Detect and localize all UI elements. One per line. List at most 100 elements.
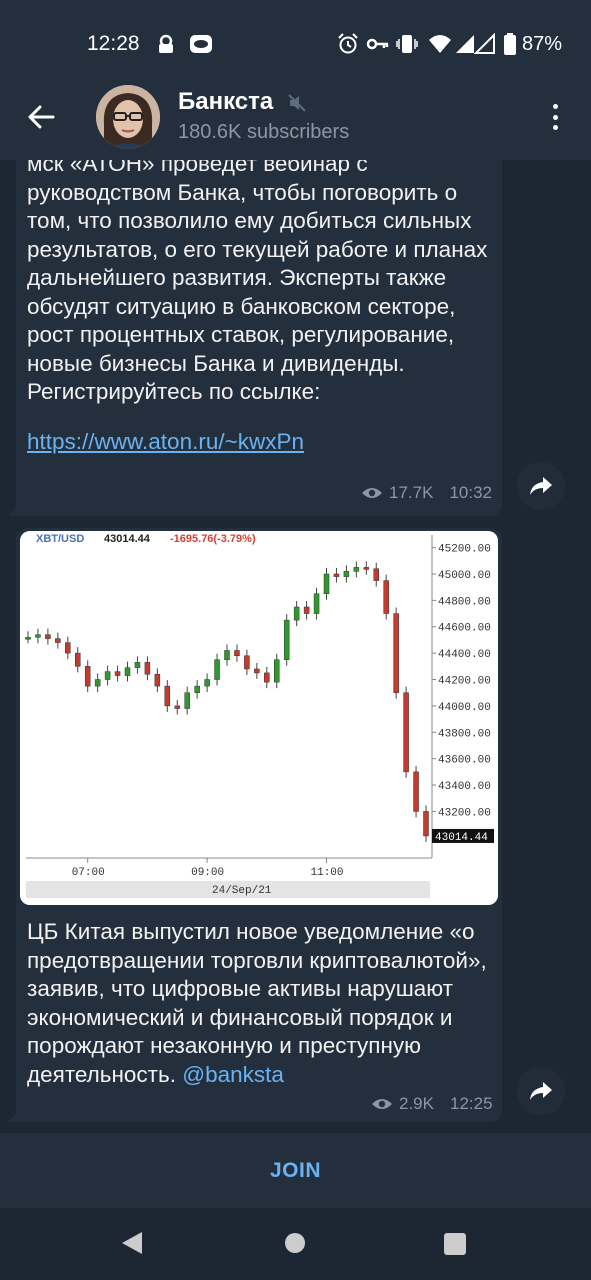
channel-title[interactable]: Банкста: [178, 88, 273, 116]
candle-body: [323, 573, 330, 595]
bubble-tail: [8, 1112, 18, 1122]
candle-body: [333, 573, 340, 577]
dot-icon: [552, 125, 558, 130]
candle-body: [65, 642, 71, 654]
share-button[interactable]: [517, 462, 565, 510]
y-tick-label: 44800.00: [438, 596, 491, 608]
mention-link[interactable]: @banksta: [182, 1062, 284, 1087]
candle-body: [75, 652, 81, 667]
chat-header: Банкста 180.6K subscribers: [0, 74, 591, 160]
last-price-label: 43014.44: [435, 832, 488, 844]
candle-body: [124, 667, 131, 676]
y-tick-label: 44600.00: [438, 623, 491, 635]
candle-body: [244, 655, 250, 670]
bubble-tail: [8, 506, 18, 516]
more-menu-button[interactable]: [540, 100, 570, 134]
join-bar: JOIN: [0, 1132, 591, 1208]
chart-price: 43014.44: [104, 533, 151, 545]
signal-icon: [456, 35, 474, 53]
candle-body: [204, 679, 210, 687]
candle-body: [55, 638, 61, 643]
message-link[interactable]: https://www.aton.ru/~kwxPn: [27, 429, 304, 455]
view-count: 17.7K: [389, 483, 434, 502]
subscriber-count: 180.6K subscribers: [178, 121, 350, 143]
share-arrow-icon: [530, 1082, 552, 1100]
vibrate-icon: [396, 35, 418, 53]
views-eye-icon: [372, 1099, 392, 1109]
status-bar: 12:28 87%: [0, 0, 591, 74]
message-list[interactable]: мск «АТОН» проведет вебинар с руководств…: [0, 160, 591, 1132]
y-tick-label: 44200.00: [438, 676, 491, 688]
y-tick-label: 45200.00: [438, 544, 491, 556]
system-nav-bar: [0, 1208, 591, 1280]
candle-body: [254, 668, 260, 674]
candle-body: [104, 671, 111, 680]
x-tick-label: 11:00: [311, 867, 344, 879]
join-button[interactable]: JOIN: [270, 1159, 321, 1183]
wifi-icon: [429, 35, 451, 53]
nav-back-button[interactable]: [122, 1232, 142, 1254]
alarm-icon: [338, 33, 358, 54]
candle-body: [134, 662, 141, 668]
views-eye-icon: [362, 488, 382, 498]
candle-body: [45, 634, 51, 639]
candle-body: [343, 571, 350, 577]
candle-body: [373, 568, 379, 581]
y-tick-label: 43600.00: [438, 755, 491, 767]
battery-icon: [504, 33, 516, 55]
view-count: 2.9K: [399, 1094, 434, 1113]
message-meta: 2.9K 12:25: [371, 1094, 493, 1114]
signal-icon: [474, 33, 495, 54]
candle-body: [84, 666, 91, 687]
message-time: 10:32: [449, 483, 492, 502]
message-time: 12:25: [449, 1094, 493, 1113]
channel-avatar[interactable]: [96, 85, 160, 149]
candle-body: [313, 593, 320, 614]
back-button[interactable]: [20, 96, 62, 138]
chart-change: -1695.76(-3.79%): [170, 533, 256, 545]
candle-body: [393, 613, 399, 693]
arrow-left-icon: [28, 105, 55, 129]
lock-icon: [159, 34, 173, 53]
share-button[interactable]: [517, 1067, 565, 1115]
candle-body: [353, 567, 360, 572]
avatar-image: [96, 85, 160, 149]
nav-home-button[interactable]: [285, 1233, 305, 1253]
candle-body: [174, 705, 180, 709]
candle-body: [363, 567, 370, 570]
status-time: 12:28: [87, 32, 140, 55]
candle-body: [164, 685, 171, 707]
chart-image[interactable]: XBT/USD 43014.44 -1695.76(-3.79%) 43200.…: [20, 531, 498, 905]
share-arrow-icon: [530, 477, 552, 495]
message-meta: 17.7K 10:32: [361, 483, 492, 503]
message-text: ЦБ Китая выпустил новое уведомление «о п…: [27, 918, 497, 1089]
candle-body: [303, 606, 310, 614]
nav-recents-button[interactable]: [444, 1233, 466, 1255]
face-icon: [190, 35, 212, 53]
candle-body: [25, 637, 31, 640]
y-tick-label: 45000.00: [438, 570, 491, 582]
message-bubble[interactable]: XBT/USD 43014.44 -1695.76(-3.79%) 43200.…: [16, 528, 502, 1122]
y-tick-label: 43800.00: [438, 728, 491, 740]
candle-body: [403, 692, 409, 773]
candle-body: [194, 685, 200, 693]
x-tick-label: 07:00: [72, 867, 105, 879]
candle-body: [214, 659, 220, 680]
candle-body: [264, 672, 270, 683]
chart-symbol: XBT/USD: [36, 533, 84, 545]
date-label: 24/Sep/21: [212, 885, 272, 897]
x-tick-label: 09:00: [191, 867, 224, 879]
y-tick-label: 44400.00: [438, 649, 491, 661]
candle-body: [383, 580, 389, 614]
candle-body: [293, 606, 300, 621]
candle-body: [184, 692, 190, 709]
candle-body: [114, 671, 121, 676]
message-bubble[interactable]: мск «АТОН» проведет вебинар с руководств…: [16, 160, 502, 516]
y-tick-label: 43200.00: [438, 807, 491, 819]
candle-body: [224, 650, 230, 660]
candle-body: [283, 619, 290, 660]
candle-body: [35, 634, 41, 638]
candle-body: [154, 673, 161, 687]
battery-percent: 87%: [522, 33, 563, 55]
candle-body: [94, 679, 101, 687]
